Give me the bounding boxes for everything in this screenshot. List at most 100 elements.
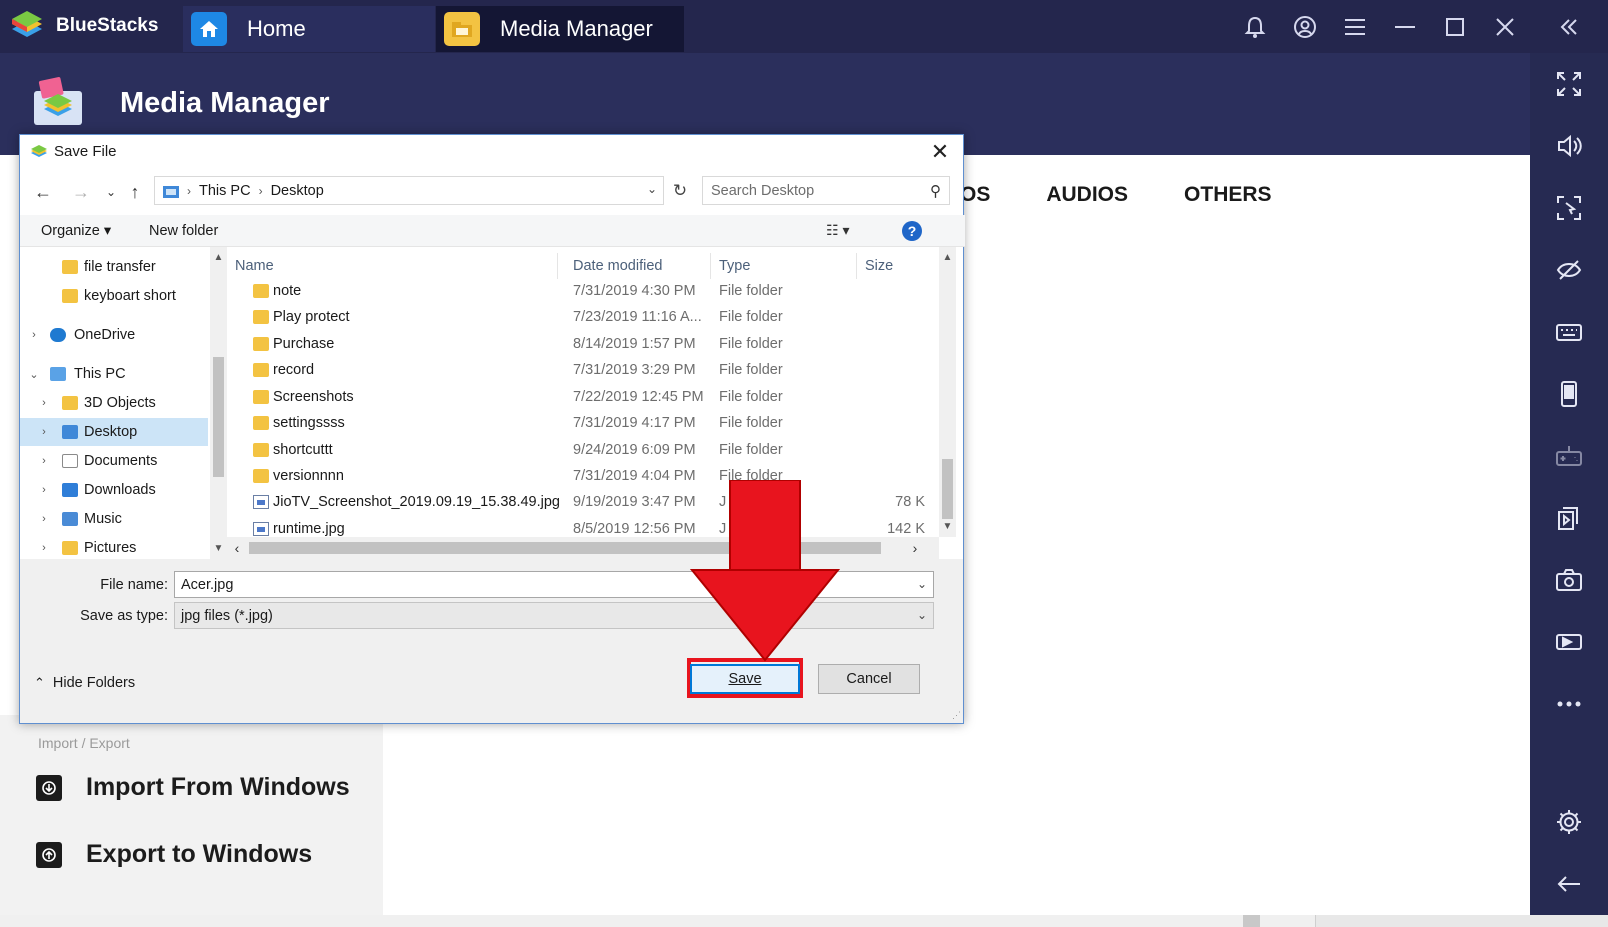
recent-locations-icon[interactable]: ⌄	[100, 181, 122, 203]
table-row[interactable]: settingssss 7/31/2019 4:17 PM File folde…	[227, 411, 939, 437]
column-header-size[interactable]: Size	[857, 253, 939, 279]
scroll-right-icon[interactable]: ›	[905, 537, 925, 559]
pointer-select-icon[interactable]	[1530, 177, 1608, 239]
bluestacks-logo-icon	[31, 144, 47, 157]
scroll-down-icon[interactable]: ▼	[210, 540, 227, 557]
new-folder-button[interactable]: New folder	[149, 223, 218, 239]
collapse-sidebar-icon[interactable]	[1530, 0, 1608, 53]
chevron-right-icon[interactable]: ›	[38, 513, 50, 525]
video-record-icon[interactable]	[1530, 611, 1608, 673]
music-icon	[62, 512, 78, 526]
gear-icon[interactable]	[1530, 791, 1608, 853]
save-button[interactable]: Save	[690, 664, 800, 694]
account-icon[interactable]	[1280, 0, 1330, 53]
up-folder-icon[interactable]: ↑	[124, 181, 146, 203]
tree-item-this-pc[interactable]: ⌄ This PC	[20, 360, 208, 388]
breadcrumb-this-pc[interactable]: This PC	[199, 183, 251, 199]
chevron-down-icon[interactable]: ⌄	[917, 577, 927, 591]
file-size: 78 K	[895, 494, 925, 510]
tab-media-manager[interactable]: Media Manager	[436, 6, 684, 52]
file-type: File folder	[719, 389, 783, 405]
organize-button[interactable]: Organize ▾	[41, 223, 111, 239]
back-icon[interactable]: ←	[32, 181, 54, 203]
breadcrumb-chevron-icon: ›	[187, 183, 191, 198]
eye-off-icon[interactable]	[1530, 239, 1608, 301]
volume-icon[interactable]	[1530, 115, 1608, 177]
refresh-icon[interactable]: ↻	[668, 176, 692, 205]
table-row[interactable]: Play protect 7/23/2019 11:16 A... File f…	[227, 305, 939, 331]
gamepad-icon[interactable]	[1530, 425, 1608, 487]
tree-item-keyboart-short[interactable]: keyboart short	[20, 282, 208, 310]
export-to-windows-button[interactable]: Export to Windows	[36, 840, 312, 869]
bluestacks-window: BlueStacks Home Media Manager Media Mana…	[0, 0, 1608, 927]
chevron-up-icon: ⌃	[34, 675, 45, 690]
import-from-windows-button[interactable]: Import From Windows	[36, 773, 350, 802]
tab-others[interactable]: OTHERS	[1184, 183, 1272, 207]
column-header-date[interactable]: Date modified	[565, 253, 711, 279]
taskbar-strip	[0, 915, 1608, 927]
hide-folders-button[interactable]: ⌃ Hide Folders	[34, 675, 135, 691]
import-export-panel: Import / Export Import From Windows Expo…	[0, 715, 383, 915]
scrollbar-thumb[interactable]	[213, 357, 224, 477]
chevron-down-icon[interactable]: ⌄	[647, 182, 657, 196]
scroll-up-icon[interactable]: ▲	[939, 249, 956, 266]
desktop-folder-icon	[163, 185, 179, 198]
navigation-pane-scrollbar[interactable]: ▲ ▼	[210, 247, 227, 559]
maximize-icon[interactable]	[1430, 0, 1480, 53]
forward-icon[interactable]: →	[70, 181, 92, 203]
table-row[interactable]: Screenshots 7/22/2019 12:45 PM File fold…	[227, 385, 939, 411]
chevron-down-icon[interactable]: ⌄	[28, 368, 40, 381]
view-options-icon[interactable]: ☷ ▾	[826, 222, 849, 239]
tree-item-documents[interactable]: › Documents	[20, 447, 208, 475]
tree-item-3d-objects[interactable]: › 3D Objects	[20, 389, 208, 417]
tree-item-music[interactable]: › Music	[20, 505, 208, 533]
chevron-right-icon[interactable]: ›	[38, 484, 50, 496]
address-bar[interactable]: › This PC › Desktop ⌄	[154, 176, 664, 205]
tree-item-desktop[interactable]: › Desktop	[20, 418, 208, 446]
tree-item-onedrive[interactable]: › OneDrive	[20, 321, 208, 349]
table-row[interactable]: Purchase 8/14/2019 1:57 PM File folder	[227, 332, 939, 358]
tree-item-label: Pictures	[84, 540, 137, 556]
cancel-button[interactable]: Cancel	[818, 664, 920, 694]
breadcrumb-desktop[interactable]: Desktop	[271, 183, 324, 199]
tree-item-file-transfer[interactable]: file transfer	[20, 253, 208, 281]
tree-item-pictures[interactable]: › Pictures	[20, 534, 208, 559]
bluestacks-logo-icon	[12, 11, 42, 37]
help-icon[interactable]: ?	[902, 221, 922, 241]
tab-audios[interactable]: AUDIOS	[1046, 183, 1128, 207]
table-row[interactable]: note 7/31/2019 4:30 PM File folder	[227, 279, 939, 305]
bell-icon[interactable]	[1230, 0, 1280, 53]
menu-icon[interactable]	[1330, 0, 1380, 53]
back-arrow-icon[interactable]	[1530, 853, 1608, 915]
resize-grip-icon[interactable]: ⋰	[952, 710, 961, 721]
tab-home[interactable]: Home	[183, 6, 435, 52]
chevron-right-icon[interactable]: ›	[38, 426, 50, 438]
keyboard-icon[interactable]	[1530, 301, 1608, 363]
scroll-down-icon[interactable]: ▼	[939, 518, 956, 535]
minimize-icon[interactable]	[1380, 0, 1430, 53]
table-row[interactable]: shortcuttt 9/24/2019 6:09 PM File folder	[227, 438, 939, 464]
tree-item-label: OneDrive	[74, 327, 136, 343]
media-copy-icon[interactable]	[1530, 487, 1608, 549]
chevron-down-icon[interactable]: ⌄	[917, 608, 927, 622]
scroll-left-icon[interactable]: ‹	[227, 537, 247, 559]
camera-icon[interactable]	[1530, 549, 1608, 611]
tab-media-manager-label: Media Manager	[500, 16, 653, 41]
chevron-right-icon[interactable]: ›	[38, 542, 50, 554]
scrollbar-thumb[interactable]	[942, 459, 953, 519]
tree-item-downloads[interactable]: › Downloads	[20, 476, 208, 504]
scroll-up-icon[interactable]: ▲	[210, 249, 227, 266]
fullscreen-icon[interactable]	[1530, 53, 1608, 115]
phone-rotate-icon[interactable]	[1530, 363, 1608, 425]
chevron-right-icon[interactable]: ›	[38, 455, 50, 467]
search-input[interactable]: Search Desktop ⚲	[702, 176, 950, 205]
close-icon[interactable]	[1480, 0, 1530, 53]
more-icon[interactable]	[1530, 673, 1608, 735]
chevron-right-icon[interactable]: ›	[28, 329, 40, 341]
dialog-close-button[interactable]: ✕	[927, 139, 953, 165]
chevron-right-icon[interactable]: ›	[38, 397, 50, 409]
table-row[interactable]: record 7/31/2019 3:29 PM File folder	[227, 358, 939, 384]
column-header-name[interactable]: Name	[227, 253, 558, 279]
column-header-type[interactable]: Type	[711, 253, 857, 279]
file-list-vertical-scrollbar[interactable]: ▲ ▼	[939, 247, 956, 537]
